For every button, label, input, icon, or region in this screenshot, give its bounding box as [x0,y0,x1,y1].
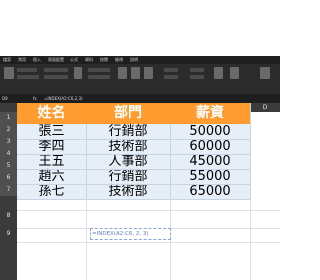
grid-line [17,199,250,200]
font-format-buttons[interactable] [17,75,39,79]
number-format-box[interactable] [88,68,110,72]
find-select-button[interactable] [230,67,239,79]
sum-button[interactable] [190,68,204,72]
grid-line [250,103,251,199]
grid-line [17,154,250,155]
tab-home[interactable]: 常用 [18,57,26,63]
table-cell[interactable]: 人事部 [86,154,170,169]
table-cell[interactable]: 60000 [170,139,250,154]
conditional-format-button[interactable] [118,67,127,79]
row-header-4[interactable]: 4 [0,148,17,160]
table-cell[interactable]: 65000 [170,184,250,199]
table-cell[interactable]: 技術部 [86,139,170,154]
grid-line [17,169,250,170]
table-cell[interactable]: 55000 [170,169,250,184]
formula-cell[interactable]: =INDEX(A2:C6, 2, 3) [90,228,171,240]
grid-line [17,242,280,243]
ribbon-tabs [0,56,280,64]
header-cell-dept[interactable]: 部門 [86,103,170,124]
insert-cells-button[interactable] [164,68,178,72]
indent-buttons[interactable] [44,75,68,79]
tab-file[interactable]: 檔案 [3,57,11,63]
grid-line [17,210,280,211]
table-cell[interactable]: 孫七 [17,184,86,199]
table-cell[interactable]: 45000 [170,154,250,169]
column-header-d[interactable]: D [250,103,280,112]
grid-line [250,199,251,280]
grid-line [17,184,250,185]
table-cell[interactable]: 王五 [17,154,86,169]
row-header-5[interactable]: 5 [0,160,17,172]
header-cell-name[interactable]: 姓名 [17,103,86,124]
row-header-2[interactable]: 2 [0,124,17,136]
add-in-button[interactable] [260,67,270,79]
table-cell[interactable]: 張三 [17,124,86,139]
grid-line [86,199,87,280]
tab-review[interactable]: 校閱 [100,57,108,63]
table-cell[interactable]: 李四 [17,139,86,154]
number-buttons[interactable] [88,75,110,79]
tab-view[interactable]: 檢視 [115,57,123,63]
grid-line [86,124,87,199]
row-header-9[interactable]: 9 [0,228,17,240]
fill-button[interactable] [190,75,204,79]
fx-icon[interactable]: fx [33,95,43,102]
table-cell[interactable]: 50000 [170,124,250,139]
sort-filter-button[interactable] [214,67,223,79]
delete-cells-button[interactable] [164,75,178,79]
grid-line [17,139,250,140]
cell-styles-button[interactable] [144,67,153,79]
tab-data[interactable]: 資料 [85,57,93,63]
table-cell[interactable]: 行銷部 [86,169,170,184]
tab-insert[interactable]: 插入 [33,57,41,63]
name-box[interactable]: D9 [2,95,20,102]
row-header-8[interactable]: 8 [0,210,17,222]
grid-line [170,124,171,199]
wrap-button[interactable] [74,67,82,79]
tab-formulas[interactable]: 公式 [70,57,78,63]
font-box[interactable] [17,68,37,72]
table-cell[interactable]: 技術部 [86,184,170,199]
row-header-6[interactable]: 6 [0,172,17,184]
tab-help[interactable]: 說明 [130,57,138,63]
header-cell-salary[interactable]: 薪資 [170,103,250,124]
row-header-3[interactable]: 3 [0,136,17,148]
table-cell[interactable]: 行銷部 [86,124,170,139]
format-table-button[interactable] [131,67,140,79]
table-cell[interactable]: 趙六 [17,169,86,184]
row-header-7[interactable]: 7 [0,184,17,196]
align-buttons[interactable] [44,68,68,72]
formula-input[interactable]: =INDEX(A2:C6,2,3) [44,95,164,102]
paste-button[interactable] [4,67,14,79]
row-header-1[interactable]: 1 [0,112,17,124]
tab-layout[interactable]: 版面配置 [48,57,64,63]
